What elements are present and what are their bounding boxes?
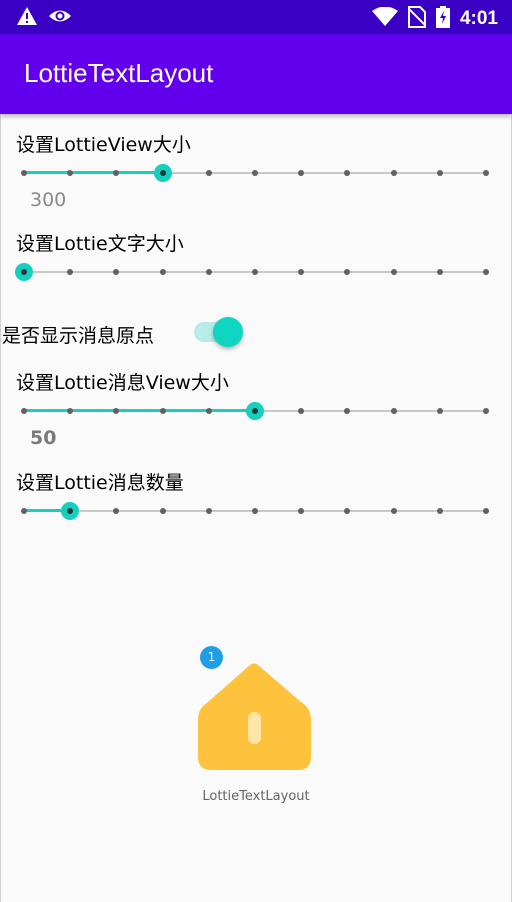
view-size-value: 300	[30, 189, 67, 211]
app-bar: LottieTextLayout	[0, 34, 512, 114]
slider-tick	[298, 170, 305, 176]
slider-tick	[390, 170, 397, 176]
slider-tick	[159, 508, 166, 514]
show-dot-label: 是否显示消息原点	[2, 325, 155, 347]
slider-tick	[390, 269, 397, 275]
slider-tick	[252, 508, 258, 514]
slider-progress	[24, 409, 255, 412]
slider-tick	[252, 269, 258, 275]
msg-count-label: 设置Lottie消息数量	[16, 472, 184, 494]
slider-tick	[298, 408, 305, 414]
slider-tick	[159, 408, 166, 414]
msg-view-size-value: 50	[30, 427, 57, 449]
slider-tick	[344, 408, 351, 414]
slider-tick	[252, 170, 258, 176]
slider-tick	[390, 408, 397, 414]
left-edge	[0, 114, 1, 902]
slider-tick	[67, 170, 74, 176]
slider-tick	[67, 269, 74, 275]
wifi-icon	[371, 6, 398, 31]
view-size-slider[interactable]	[21, 161, 489, 185]
msg-view-size-slider[interactable]	[21, 399, 489, 423]
slider-tick	[390, 508, 397, 514]
slider-thumb[interactable]	[246, 402, 264, 420]
warning-icon	[16, 6, 38, 30]
no-sim-icon	[407, 6, 427, 32]
slider-tick	[436, 269, 443, 275]
battery-icon	[435, 6, 450, 32]
slider-progress	[24, 171, 163, 174]
home-icon	[198, 662, 311, 772]
slider-thumb-dot	[67, 508, 74, 514]
switch-thumb[interactable]	[213, 317, 243, 347]
slider-tick	[298, 269, 305, 275]
slider-tick	[67, 408, 74, 414]
slider-thumb[interactable]	[153, 164, 172, 182]
slider-tick	[436, 170, 443, 176]
slider-tick	[113, 508, 120, 514]
slider-tick	[159, 269, 166, 275]
status-bar: 4:01	[0, 0, 512, 34]
msg-count-slider[interactable]	[21, 499, 489, 523]
slider-thumb[interactable]	[15, 263, 33, 281]
slider-tick	[21, 508, 27, 514]
slider-tick	[21, 408, 27, 414]
slider-thumb[interactable]	[61, 502, 80, 520]
slider-tick	[21, 170, 27, 176]
slider-tick	[483, 269, 489, 275]
preview-caption: LottieTextLayout	[202, 789, 310, 804]
view-size-label: 设置LottieView大小	[16, 134, 191, 156]
slider-tick	[205, 508, 212, 514]
slider-tick	[483, 508, 489, 514]
slider-tick	[436, 508, 443, 514]
slider-tick	[483, 408, 489, 414]
slider-thumb-dot	[159, 170, 166, 176]
slider-tick	[344, 170, 351, 176]
slider-tick	[483, 170, 489, 176]
slider-tick	[298, 508, 305, 514]
slider-tick	[205, 269, 212, 275]
eye-icon	[48, 6, 72, 30]
slider-tick	[436, 408, 443, 414]
slider-tick	[344, 508, 351, 514]
slider-tick	[113, 269, 120, 275]
slider-tick	[344, 269, 351, 275]
message-badge: 1	[200, 646, 223, 669]
status-time: 4:01	[459, 8, 498, 29]
slider-tick	[205, 408, 212, 414]
text-size-slider[interactable]	[15, 260, 489, 284]
slider-thumb-dot	[21, 269, 27, 275]
text-size-label: 设置Lottie文字大小	[16, 233, 184, 255]
slider-tick	[205, 170, 212, 176]
slider-tick	[113, 170, 120, 176]
msg-view-size-label: 设置Lottie消息View大小	[16, 372, 229, 394]
slider-tick	[113, 408, 120, 414]
slider-thumb-dot	[252, 408, 258, 414]
app-title: LottieTextLayout	[24, 58, 214, 88]
